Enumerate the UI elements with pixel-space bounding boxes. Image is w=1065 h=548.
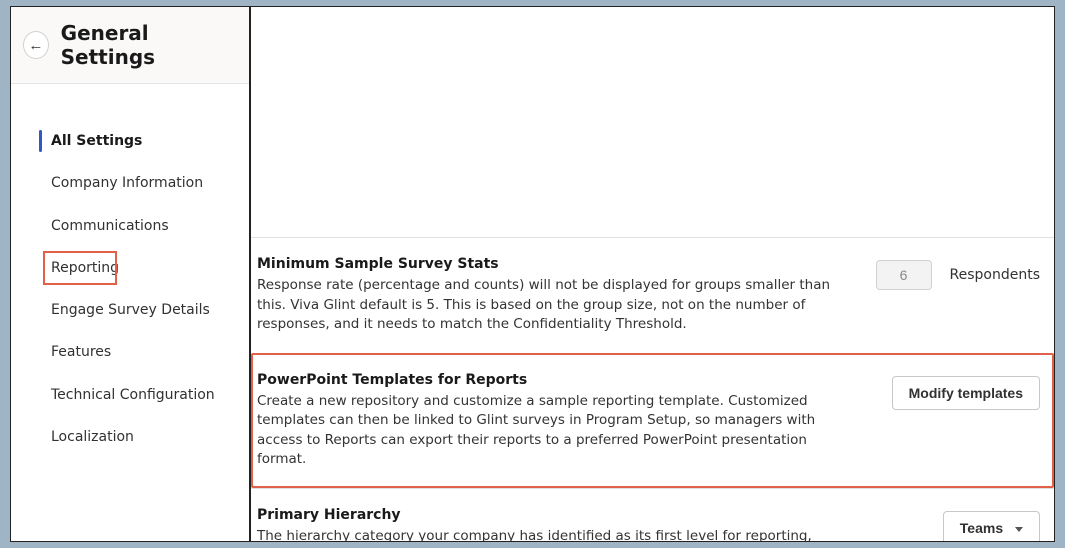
sidebar-item-label: Communications bbox=[51, 218, 169, 234]
sidebar-item-label: All Settings bbox=[51, 133, 142, 149]
sidebar-item-label: Features bbox=[51, 344, 111, 360]
sidebar-item-localization[interactable]: Localization bbox=[11, 416, 249, 458]
setting-description: The hierarchy category your company has … bbox=[257, 527, 860, 541]
setting-text: Primary Hierarchy The hierarchy category… bbox=[257, 507, 860, 541]
respondents-unit-label: Respondents bbox=[950, 267, 1041, 283]
setting-control: Modify templates bbox=[880, 372, 1040, 410]
sidebar-item-label: Reporting bbox=[51, 260, 119, 276]
setting-control: Respondents bbox=[876, 256, 1041, 290]
setting-text: PowerPoint Templates for Reports Create … bbox=[257, 372, 860, 470]
sidebar-item-label: Localization bbox=[51, 429, 134, 445]
sidebar-item-label: Engage Survey Details bbox=[51, 302, 210, 318]
setting-text: Minimum Sample Survey Stats Response rat… bbox=[257, 256, 856, 335]
app-shell: ← General Settings All Settings Company … bbox=[10, 6, 1055, 542]
page-title: General Settings bbox=[61, 21, 233, 69]
sidebar-item-engage-survey-details[interactable]: Engage Survey Details bbox=[11, 289, 249, 331]
sidebar-item-label: Company Information bbox=[51, 175, 203, 191]
primary-hierarchy-dropdown[interactable]: Teams bbox=[943, 511, 1040, 541]
sidebar-item-all-settings[interactable]: All Settings bbox=[11, 120, 249, 162]
setting-control: Teams bbox=[880, 507, 1040, 541]
setting-powerpoint-templates: PowerPoint Templates for Reports Create … bbox=[251, 353, 1054, 488]
sidebar: ← General Settings All Settings Company … bbox=[11, 7, 251, 541]
settings-list: Minimum Sample Survey Stats Response rat… bbox=[251, 7, 1054, 541]
setting-primary-hierarchy: Primary Hierarchy The hierarchy category… bbox=[251, 488, 1054, 541]
respondents-input[interactable] bbox=[876, 260, 932, 290]
setting-title: Primary Hierarchy bbox=[257, 507, 860, 523]
sidebar-item-reporting[interactable]: Reporting bbox=[39, 247, 121, 289]
main-content: Minimum Sample Survey Stats Response rat… bbox=[251, 7, 1054, 541]
back-button[interactable]: ← bbox=[23, 31, 49, 59]
arrow-left-icon: ← bbox=[28, 37, 43, 54]
sidebar-header: ← General Settings bbox=[11, 7, 249, 84]
dropdown-selected-label: Teams bbox=[960, 520, 1003, 536]
setting-description: Response rate (percentage and counts) wi… bbox=[257, 276, 856, 335]
sidebar-nav: All Settings Company Information Communi… bbox=[11, 84, 249, 541]
sidebar-item-features[interactable]: Features bbox=[11, 331, 249, 373]
modify-templates-button[interactable]: Modify templates bbox=[892, 376, 1040, 410]
setting-minimum-sample-survey-stats: Minimum Sample Survey Stats Response rat… bbox=[251, 237, 1054, 353]
setting-description: Create a new repository and customize a … bbox=[257, 392, 860, 470]
sidebar-item-label: Technical Configuration bbox=[51, 387, 215, 403]
setting-title: Minimum Sample Survey Stats bbox=[257, 256, 856, 272]
sidebar-item-communications[interactable]: Communications bbox=[11, 205, 249, 247]
setting-title: PowerPoint Templates for Reports bbox=[257, 372, 860, 388]
sidebar-item-company-information[interactable]: Company Information bbox=[11, 162, 249, 204]
sidebar-item-technical-configuration[interactable]: Technical Configuration bbox=[11, 374, 249, 416]
